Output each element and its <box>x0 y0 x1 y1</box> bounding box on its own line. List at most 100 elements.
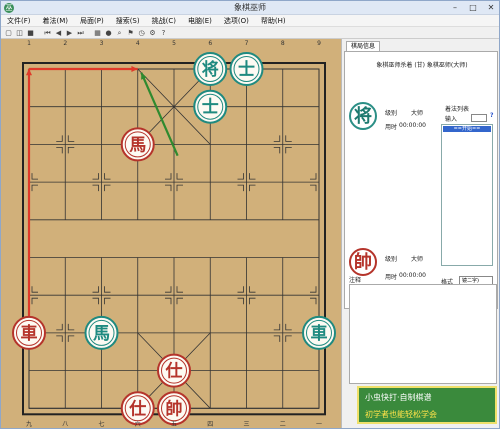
position-marker <box>310 297 317 305</box>
red-player-piece: 帥 <box>349 248 377 276</box>
position-marker <box>285 147 292 154</box>
black-piece[interactable]: 士 <box>193 89 228 124</box>
new-icon[interactable]: ▢ <box>4 28 13 37</box>
position-marker <box>31 184 38 192</box>
menu-item[interactable]: 电脑(E) <box>182 15 218 26</box>
position-marker <box>176 184 183 192</box>
file-label: 三 <box>243 421 250 428</box>
piece-label: 仕 <box>128 398 146 419</box>
prev-move-icon[interactable]: ◀ <box>54 28 63 37</box>
moves-list[interactable]: ==开始== <box>441 124 493 266</box>
ad-line-2: 初学者也能轻松学会 <box>365 410 437 419</box>
board-icon[interactable]: ▦ <box>93 28 102 37</box>
menu-item[interactable]: 搜索(S) <box>110 15 146 26</box>
black-piece[interactable]: 馬 <box>84 315 119 350</box>
position-marker <box>249 286 256 293</box>
position-marker <box>176 173 183 180</box>
chess-board[interactable]: 将士士馬車馬車仕仕帥 <box>1 39 341 428</box>
advertisement-banner[interactable]: 小虫快打·自制棋谱 初学者也能轻松学会 <box>357 386 497 424</box>
file-label: 九 <box>25 421 32 428</box>
file-label: 二 <box>279 421 286 428</box>
menu-bar: 文件(F) 着法(M) 局面(P) 搜索(S) 挑战(C) 电脑(E) 选项(O) 帮助(H) <box>1 15 499 27</box>
piece-label: 士 <box>238 59 255 80</box>
open-icon[interactable]: ◫ <box>15 28 24 37</box>
black-piece[interactable]: 車 <box>302 315 336 350</box>
minimize-button[interactable]: – <box>447 2 463 14</box>
red-time-value: 00:00:00 <box>399 272 426 279</box>
menu-item[interactable]: 文件(F) <box>1 15 37 26</box>
tab-game-info[interactable]: 棋局信息 <box>346 41 380 51</box>
position-marker <box>104 184 111 192</box>
black-player-piece: 将 <box>349 102 377 130</box>
piece-icon[interactable]: ● <box>104 28 113 37</box>
piece-label: 車 <box>311 323 328 344</box>
help-icon[interactable]: ? <box>159 28 168 37</box>
black-level-value: 大师 <box>411 110 424 117</box>
menu-item[interactable]: 帮助(H) <box>255 15 292 26</box>
position-marker <box>56 335 63 342</box>
piece-label: 将 <box>202 59 219 80</box>
chess-board-area: 123456789 将士士馬車馬車仕仕帥 九八七六五四三二一 <box>1 39 341 428</box>
piece-label: 馬 <box>129 135 146 155</box>
red-time-label: 用时 <box>385 274 398 281</box>
black-piece[interactable]: 将 <box>193 52 228 86</box>
file-label: 七 <box>98 421 105 428</box>
menu-item[interactable]: 局面(P) <box>74 15 110 26</box>
position-marker <box>67 335 75 342</box>
main-window: 巫 象棋巫师 – □ ✕ 文件(F) 着法(M) 局面(P) 搜索(S) 挑战(C) 电脑… <box>0 0 500 429</box>
next-move-icon[interactable]: ▶ <box>65 28 74 37</box>
position-marker <box>273 323 281 331</box>
menu-item[interactable]: 着法(M) <box>37 15 75 26</box>
position-marker <box>31 297 38 305</box>
comment-textarea[interactable] <box>349 284 497 384</box>
clock-icon[interactable]: ◷ <box>137 28 146 37</box>
position-marker <box>273 147 281 154</box>
position-marker <box>67 135 75 142</box>
position-marker <box>310 184 317 192</box>
file-label: 六 <box>134 421 141 428</box>
settings-icon[interactable]: ⚙ <box>148 28 157 37</box>
file-label: 四 <box>207 421 214 428</box>
position-marker <box>31 173 38 180</box>
move-input[interactable] <box>471 114 487 122</box>
first-move-icon[interactable]: ⏮ <box>43 28 52 37</box>
ad-line-1: 小虫快打·自制棋谱 <box>365 393 432 402</box>
toolbar-separator <box>37 28 41 37</box>
black-time-value: 00:00:00 <box>399 122 426 129</box>
save-icon[interactable]: ■ <box>26 28 35 37</box>
menu-item[interactable]: 挑战(C) <box>146 15 182 26</box>
position-marker <box>176 286 183 293</box>
window-title: 象棋巫师 <box>234 3 266 12</box>
position-marker <box>176 297 183 305</box>
help-mark[interactable]: ? <box>490 112 493 119</box>
position-marker <box>92 286 99 293</box>
position-marker <box>165 297 172 305</box>
position-marker <box>31 286 38 293</box>
black-piece[interactable]: 士 <box>229 52 264 86</box>
list-item[interactable]: ==开始== <box>443 126 491 132</box>
position-marker <box>285 335 292 342</box>
piece-label: 馬 <box>93 324 110 344</box>
red-piece[interactable]: 馬 <box>120 127 155 162</box>
comment-label: 注释 <box>349 277 362 284</box>
position-marker <box>104 286 111 293</box>
moves-section: 着法列表 输入 ? ==开始== <box>441 106 497 270</box>
search-icon[interactable]: ⌕ <box>115 28 124 37</box>
flag-icon[interactable]: ⚑ <box>126 28 135 37</box>
red-piece[interactable]: 仕 <box>157 353 191 388</box>
maximize-button[interactable]: □ <box>465 2 481 14</box>
red-level-label: 级别 <box>385 256 398 263</box>
input-label: 输入 <box>445 116 458 123</box>
last-move-icon[interactable]: ⏭ <box>76 28 85 37</box>
bottom-file-labels: 九八七六五四三二一 <box>1 419 341 428</box>
game-title: 象棋巫师杀着 (甘) 象棋巫师(大师) <box>376 62 468 69</box>
close-button[interactable]: ✕ <box>483 2 499 14</box>
position-marker <box>273 135 281 142</box>
menu-item[interactable]: 选项(O) <box>218 15 255 26</box>
position-marker <box>273 335 281 342</box>
red-piece[interactable]: 車 <box>12 315 46 350</box>
file-label: 五 <box>170 421 177 428</box>
position-marker <box>310 286 317 293</box>
game-info-pane: 象棋巫师杀着 (甘) 象棋巫师(大师) 将 级别 大师 用时 00:00:00 … <box>344 51 498 309</box>
position-marker <box>237 184 244 192</box>
